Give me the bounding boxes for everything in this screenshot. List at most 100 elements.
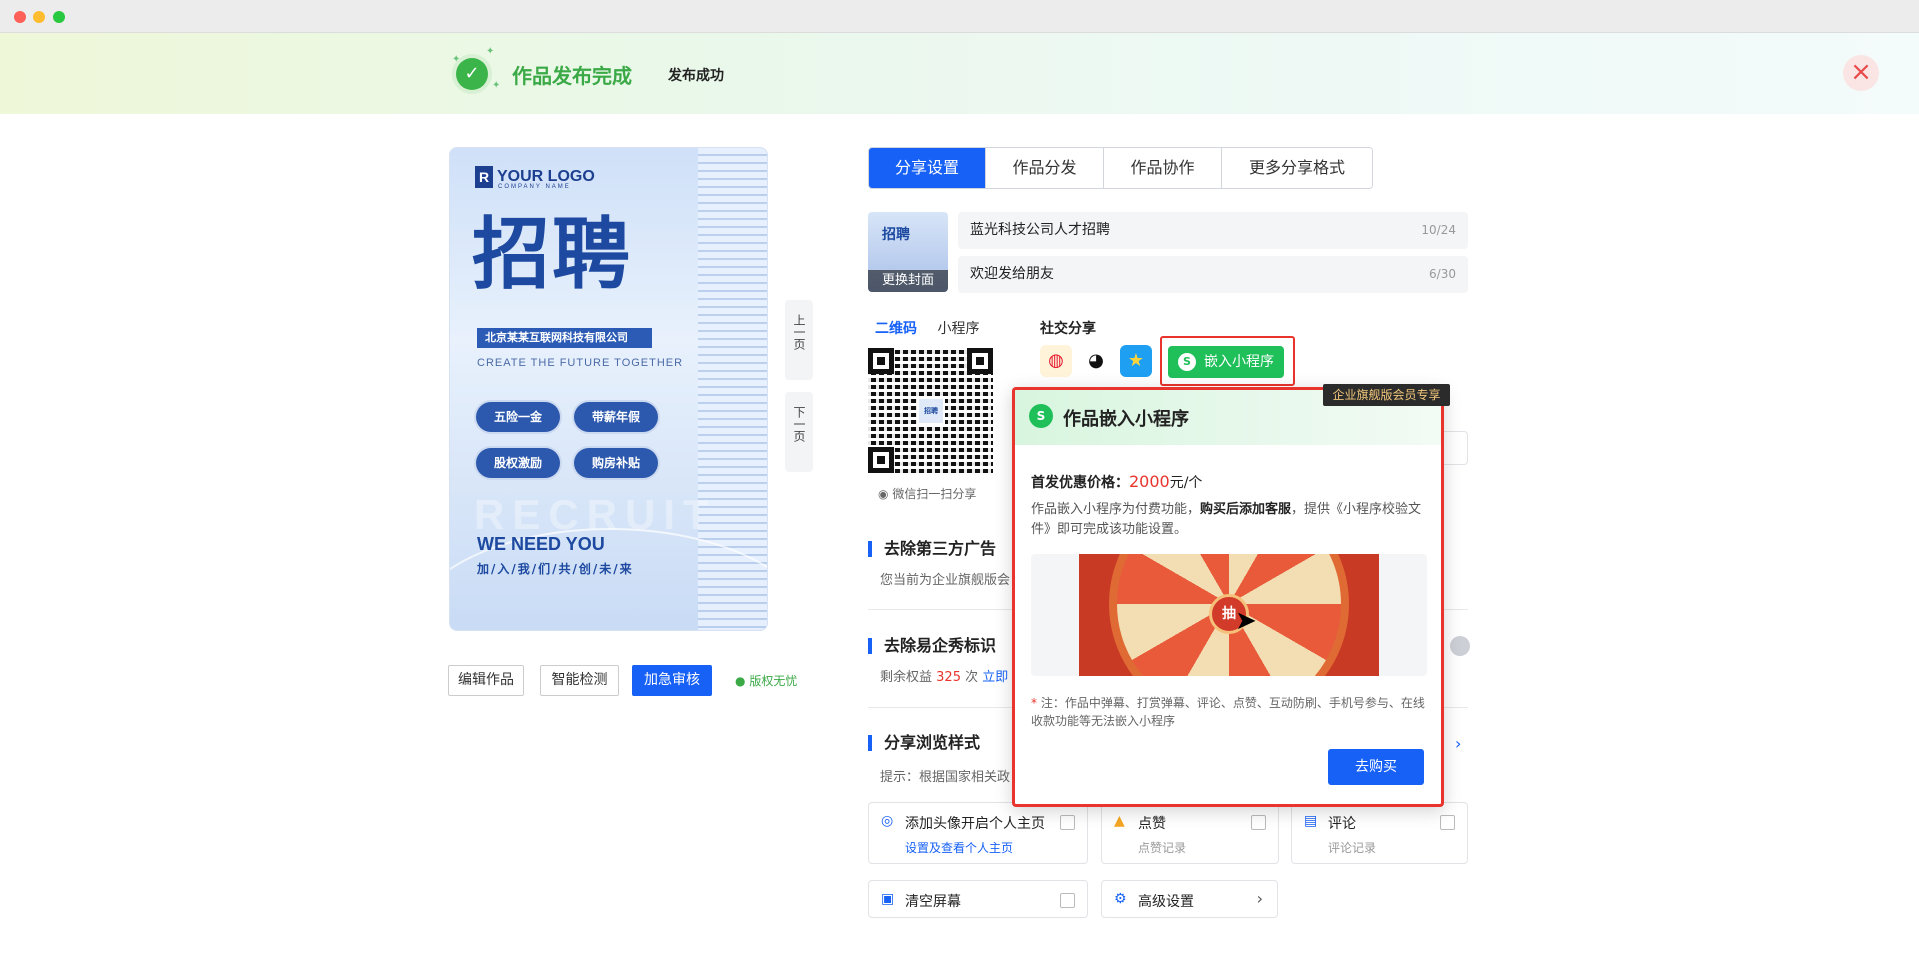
tab-more-formats[interactable]: 更多分享格式	[1222, 148, 1372, 188]
option-profile-checkbox[interactable]	[1060, 815, 1075, 830]
poster-preview: R YOUR LOGO COMPANY NAME 招聘 北京某某互联网科技有限公司…	[449, 147, 768, 631]
social-share-title: 社交分享	[1040, 321, 1096, 337]
option-like-checkbox[interactable]	[1251, 815, 1266, 830]
embed-mini-program-popup: S 作品嵌入小程序 首发优惠价格：2000元/个 作品嵌入小程序为付费功能，购买…	[1012, 387, 1444, 807]
sparkle-icon: ✦	[486, 46, 495, 57]
enterprise-member-badge: 企业旗舰版会员专享	[1323, 384, 1450, 406]
thumbs-up-icon: ▲	[1114, 813, 1125, 829]
remove-brand-hint-prefix: 剩余权益	[880, 670, 933, 685]
remaining-count: 325	[936, 670, 961, 685]
upgrade-link[interactable]: 立即	[982, 670, 1008, 685]
buy-button[interactable]: 去购买	[1328, 749, 1424, 785]
option-clear-screen[interactable]: ▣ 清空屏幕	[868, 880, 1088, 918]
hidden-field-edge	[1444, 431, 1468, 465]
profile-settings-link[interactable]: 设置及查看个人主页	[905, 839, 1013, 856]
option-profile-label: 添加头像开启个人主页	[905, 816, 1045, 832]
poster-benefit: 股权激励	[476, 448, 560, 478]
publish-success-banner	[0, 33, 1919, 114]
poster-benefit: 购房补贴	[574, 448, 658, 478]
prev-page-label: 上一页	[792, 314, 806, 350]
window-titlebar	[0, 0, 1919, 33]
tab-collaboration[interactable]: 作品协作	[1104, 148, 1222, 188]
poster-benefit: 五险一金	[476, 402, 560, 432]
window-minimize-control[interactable]	[33, 11, 45, 23]
toggle-switch[interactable]	[1450, 636, 1470, 656]
smart-detect-button[interactable]: 智能检测	[540, 665, 619, 696]
clear-screen-icon: ▣	[881, 891, 895, 907]
price-line: 首发优惠价格：2000元/个	[1031, 472, 1202, 492]
window-close-control[interactable]	[14, 11, 26, 23]
share-title-field[interactable]: 蓝光科技公司人才招聘 10/24	[958, 212, 1468, 249]
browse-style-hint: 提示：根据国家相关政	[880, 770, 1011, 785]
tab-mini-program[interactable]: 小程序	[937, 318, 979, 338]
settings-tabs: 分享设置 作品分发 作品协作 更多分享格式	[868, 147, 1373, 189]
share-title-count: 10/24	[1421, 223, 1456, 237]
qzone-icon[interactable]: ★	[1120, 345, 1152, 377]
change-cover-button[interactable]: 更换封面	[868, 270, 948, 292]
comment-records-link[interactable]: 评论记录	[1328, 839, 1376, 856]
advanced-settings-label: 高级设置	[1138, 894, 1194, 910]
tab-share-settings[interactable]: 分享设置	[869, 148, 986, 188]
tab-qrcode[interactable]: 二维码	[875, 318, 917, 338]
edit-work-button[interactable]: 编辑作品	[448, 665, 524, 696]
mini-program-icon: S	[1029, 404, 1053, 428]
user-icon: ◎	[881, 813, 894, 829]
expedite-review-button[interactable]: 加急审核	[632, 665, 712, 696]
like-records-link[interactable]: 点赞记录	[1138, 839, 1186, 856]
option-comment-label: 评论	[1328, 816, 1356, 832]
share-description-count: 6/30	[1429, 267, 1456, 281]
option-clear-screen-checkbox[interactable]	[1060, 893, 1075, 908]
poster-company: 北京某某互联网科技有限公司	[477, 328, 652, 348]
sparkle-icon: ✦	[492, 80, 501, 91]
share-description-field[interactable]: 欢迎发给朋友 6/30	[958, 256, 1468, 293]
description-part: 作品嵌入小程序为付费功能，	[1031, 502, 1201, 517]
window-zoom-control[interactable]	[53, 11, 65, 23]
description-emphasis: 购买后添加客服	[1200, 502, 1292, 517]
share-title-value: 蓝光科技公司人才招聘	[970, 222, 1110, 238]
close-icon[interactable]: ×	[1843, 55, 1879, 91]
price-amount: 2000	[1129, 472, 1170, 491]
qq-icon[interactable]: ◕	[1080, 345, 1112, 377]
weibo-icon[interactable]: ◍	[1040, 345, 1072, 377]
poster-watermark: RECRUIT	[474, 491, 717, 538]
highlight-frame	[1160, 336, 1295, 386]
check-circle-icon: ●	[735, 674, 746, 688]
copyright-label: 版权无忧	[749, 674, 798, 688]
remove-brand-hint: 剩余权益 325 次 立即	[880, 666, 1008, 685]
poster-headline: 招聘	[472, 210, 633, 300]
share-cover[interactable]: 招聘 更换封面	[868, 212, 948, 292]
price-label: 首发优惠价格：	[1031, 475, 1129, 491]
popup-description: 作品嵌入小程序为付费功能，购买后添加客服，提供《小程序校验文件》即可完成该功能设…	[1031, 500, 1431, 540]
price-unit: 元/个	[1169, 475, 1203, 491]
next-page-label: 下一页	[792, 406, 806, 442]
remove-ads-title: 去除第三方广告	[868, 541, 996, 557]
advanced-settings-button[interactable]: ⚙ 高级设置 ›	[1101, 880, 1278, 918]
tab-distribution[interactable]: 作品分发	[986, 148, 1104, 188]
option-comment[interactable]: ▤ 评论 评论记录	[1291, 802, 1468, 864]
qr-finder	[967, 348, 993, 374]
copyright-status: ● 版权无忧	[735, 672, 797, 689]
option-profile[interactable]: ◎ 添加头像开启个人主页 设置及查看个人主页	[868, 802, 1088, 864]
poster-slogan: CREATE THE FUTURE TOGETHER	[477, 357, 684, 369]
required-star-icon: *	[1031, 696, 1037, 710]
popup-note: * 注：作品中弹幕、打赏弹幕、评论、点赞、互动防刷、手机号参与、在线收款功能等无…	[1031, 694, 1431, 730]
popup-title: 作品嵌入小程序	[1063, 409, 1189, 430]
option-comment-checkbox[interactable]	[1440, 815, 1455, 830]
next-page-button[interactable]: 下一页	[785, 392, 813, 472]
wechat-icon: ◉	[878, 487, 889, 501]
qr-caption-text: 微信扫一扫分享	[892, 487, 977, 501]
remove-brand-title: 去除易企秀标识	[868, 638, 996, 654]
qr-center-logo: 招聘	[917, 397, 945, 425]
poster-join: 加/入/我/们/共/创/未/来	[477, 562, 634, 576]
lucky-wheel-image: 抽 ➤	[1079, 554, 1379, 676]
gear-icon: ⚙	[1114, 891, 1127, 907]
option-like[interactable]: ▲ 点赞 点赞记录	[1101, 802, 1279, 864]
remaining-unit: 次	[965, 670, 979, 685]
success-check-icon: ✓	[456, 58, 488, 90]
chevron-right-icon[interactable]: ›	[1455, 734, 1461, 753]
share-description-value: 欢迎发给朋友	[970, 266, 1054, 282]
cover-thumbnail-text: 招聘	[882, 227, 910, 243]
poster-we-need: WE NEED YOU	[477, 534, 605, 554]
publish-status: 发布成功	[668, 68, 724, 84]
prev-page-button[interactable]: 上一页	[785, 300, 813, 380]
